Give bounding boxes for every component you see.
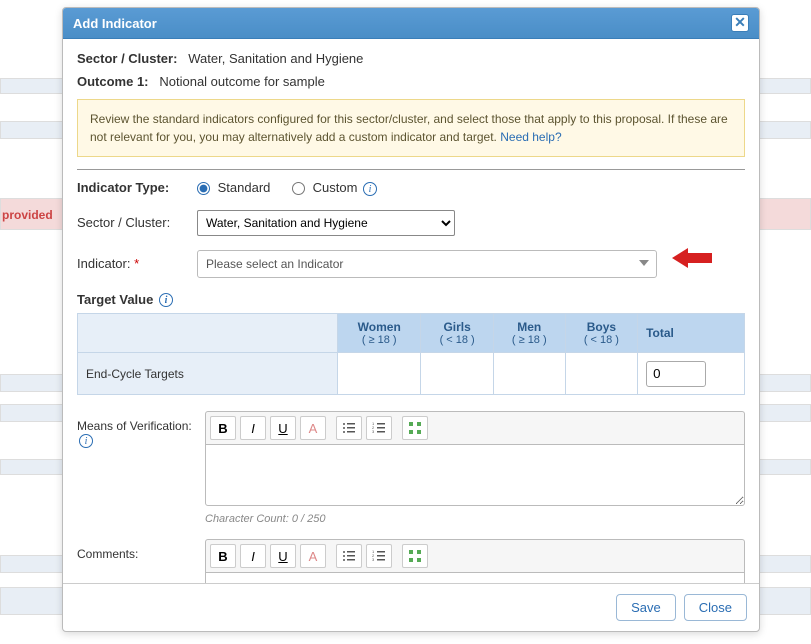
- clear-format-button[interactable]: A: [300, 416, 326, 440]
- help-box: Review the standard indicators configure…: [77, 99, 745, 157]
- underline-button[interactable]: U: [270, 416, 296, 440]
- modal-title: Add Indicator: [73, 16, 157, 31]
- target-value-table: Women( ≥ 18 ) Girls( < 18 ) Men( ≥ 18 ) …: [77, 313, 745, 395]
- close-button[interactable]: Close: [684, 594, 747, 621]
- row-label: End-Cycle Targets: [78, 353, 338, 395]
- comments-row: Comments: B I U A 123: [77, 539, 745, 583]
- divider: [77, 169, 745, 170]
- bold-button[interactable]: B: [210, 416, 236, 440]
- sector-row: Sector / Cluster: Water, Sanitation and …: [77, 51, 745, 66]
- info-icon[interactable]: i: [363, 182, 377, 196]
- fullscreen-button[interactable]: [402, 544, 428, 568]
- italic-button[interactable]: I: [240, 416, 266, 440]
- radio-standard-text: Standard: [218, 180, 271, 195]
- table-row: End-Cycle Targets: [78, 353, 745, 395]
- info-icon[interactable]: i: [159, 293, 173, 307]
- save-button[interactable]: Save: [616, 594, 676, 621]
- outcome-row: Outcome 1: Notional outcome for sample: [77, 74, 745, 89]
- cell-girls: [421, 353, 493, 395]
- bold-button[interactable]: B: [210, 544, 236, 568]
- outcome-label: Outcome 1:: [77, 74, 149, 89]
- th-women: Women( ≥ 18 ): [338, 314, 421, 353]
- cell-total: [638, 353, 745, 395]
- underline-button[interactable]: U: [270, 544, 296, 568]
- modal-header: Add Indicator ✕: [63, 8, 759, 39]
- add-indicator-modal: Add Indicator ✕ Sector / Cluster: Water,…: [62, 7, 760, 632]
- sub-sector-row: Sector / Cluster: Water, Sanitation and …: [77, 210, 745, 236]
- indicator-label: Indicator: *: [77, 256, 197, 271]
- number-list-button[interactable]: 123: [366, 416, 392, 440]
- radio-standard-label[interactable]: Standard: [197, 180, 274, 195]
- rte-toolbar: B I U A 123: [205, 539, 745, 572]
- th-total: Total: [638, 314, 745, 353]
- bg-provided-text: provided: [2, 208, 53, 222]
- sector-value: Water, Sanitation and Hygiene: [188, 51, 363, 66]
- cell-women: [338, 353, 421, 395]
- svg-text:3: 3: [372, 557, 375, 562]
- close-icon[interactable]: ✕: [731, 14, 749, 32]
- fullscreen-button[interactable]: [402, 416, 428, 440]
- clear-format-button[interactable]: A: [300, 544, 326, 568]
- svg-text:3: 3: [372, 429, 375, 434]
- indicator-type-label: Indicator Type:: [77, 180, 197, 195]
- number-list-button[interactable]: 123: [366, 544, 392, 568]
- th-boys: Boys( < 18 ): [565, 314, 637, 353]
- th-men: Men( ≥ 18 ): [493, 314, 565, 353]
- outcome-value: Notional outcome for sample: [159, 74, 324, 89]
- comments-textarea[interactable]: [205, 572, 745, 583]
- radio-custom[interactable]: [292, 182, 305, 195]
- indicator-select[interactable]: Please select an Indicator: [197, 250, 657, 278]
- char-count: Character Count: 0 / 250: [77, 513, 745, 525]
- sector-select[interactable]: Water, Sanitation and Hygiene: [197, 210, 455, 236]
- total-input[interactable]: [646, 361, 706, 387]
- target-value-label: Target Value i: [77, 292, 745, 308]
- bullet-list-button[interactable]: [336, 416, 362, 440]
- bullet-list-button[interactable]: [336, 544, 362, 568]
- mov-textarea[interactable]: [205, 444, 745, 506]
- th-girls: Girls( < 18 ): [421, 314, 493, 353]
- italic-button[interactable]: I: [240, 544, 266, 568]
- modal-body: Sector / Cluster: Water, Sanitation and …: [63, 39, 759, 583]
- indicator-type-row: Indicator Type: Standard Custom i: [77, 180, 745, 196]
- mov-row: Means of Verification: i B I U A 123: [77, 411, 745, 509]
- radio-custom-text: Custom: [313, 180, 358, 195]
- radio-standard[interactable]: [197, 182, 210, 195]
- indicator-row: Indicator: * Please select an Indicator: [77, 250, 745, 278]
- rte-toolbar: B I U A 123: [205, 411, 745, 444]
- sector-label: Sector / Cluster:: [77, 51, 177, 66]
- mov-label: Means of Verification: i: [77, 411, 205, 509]
- help-text: Review the standard indicators configure…: [90, 112, 728, 144]
- need-help-link[interactable]: Need help?: [500, 130, 561, 144]
- radio-custom-label[interactable]: Custom i: [292, 180, 377, 195]
- cell-men: [493, 353, 565, 395]
- comments-label: Comments:: [77, 539, 205, 583]
- cell-boys: [565, 353, 637, 395]
- sub-sector-label: Sector / Cluster:: [77, 215, 197, 230]
- modal-footer: Save Close: [63, 583, 759, 631]
- th-blank: [78, 314, 338, 353]
- info-icon[interactable]: i: [79, 434, 93, 448]
